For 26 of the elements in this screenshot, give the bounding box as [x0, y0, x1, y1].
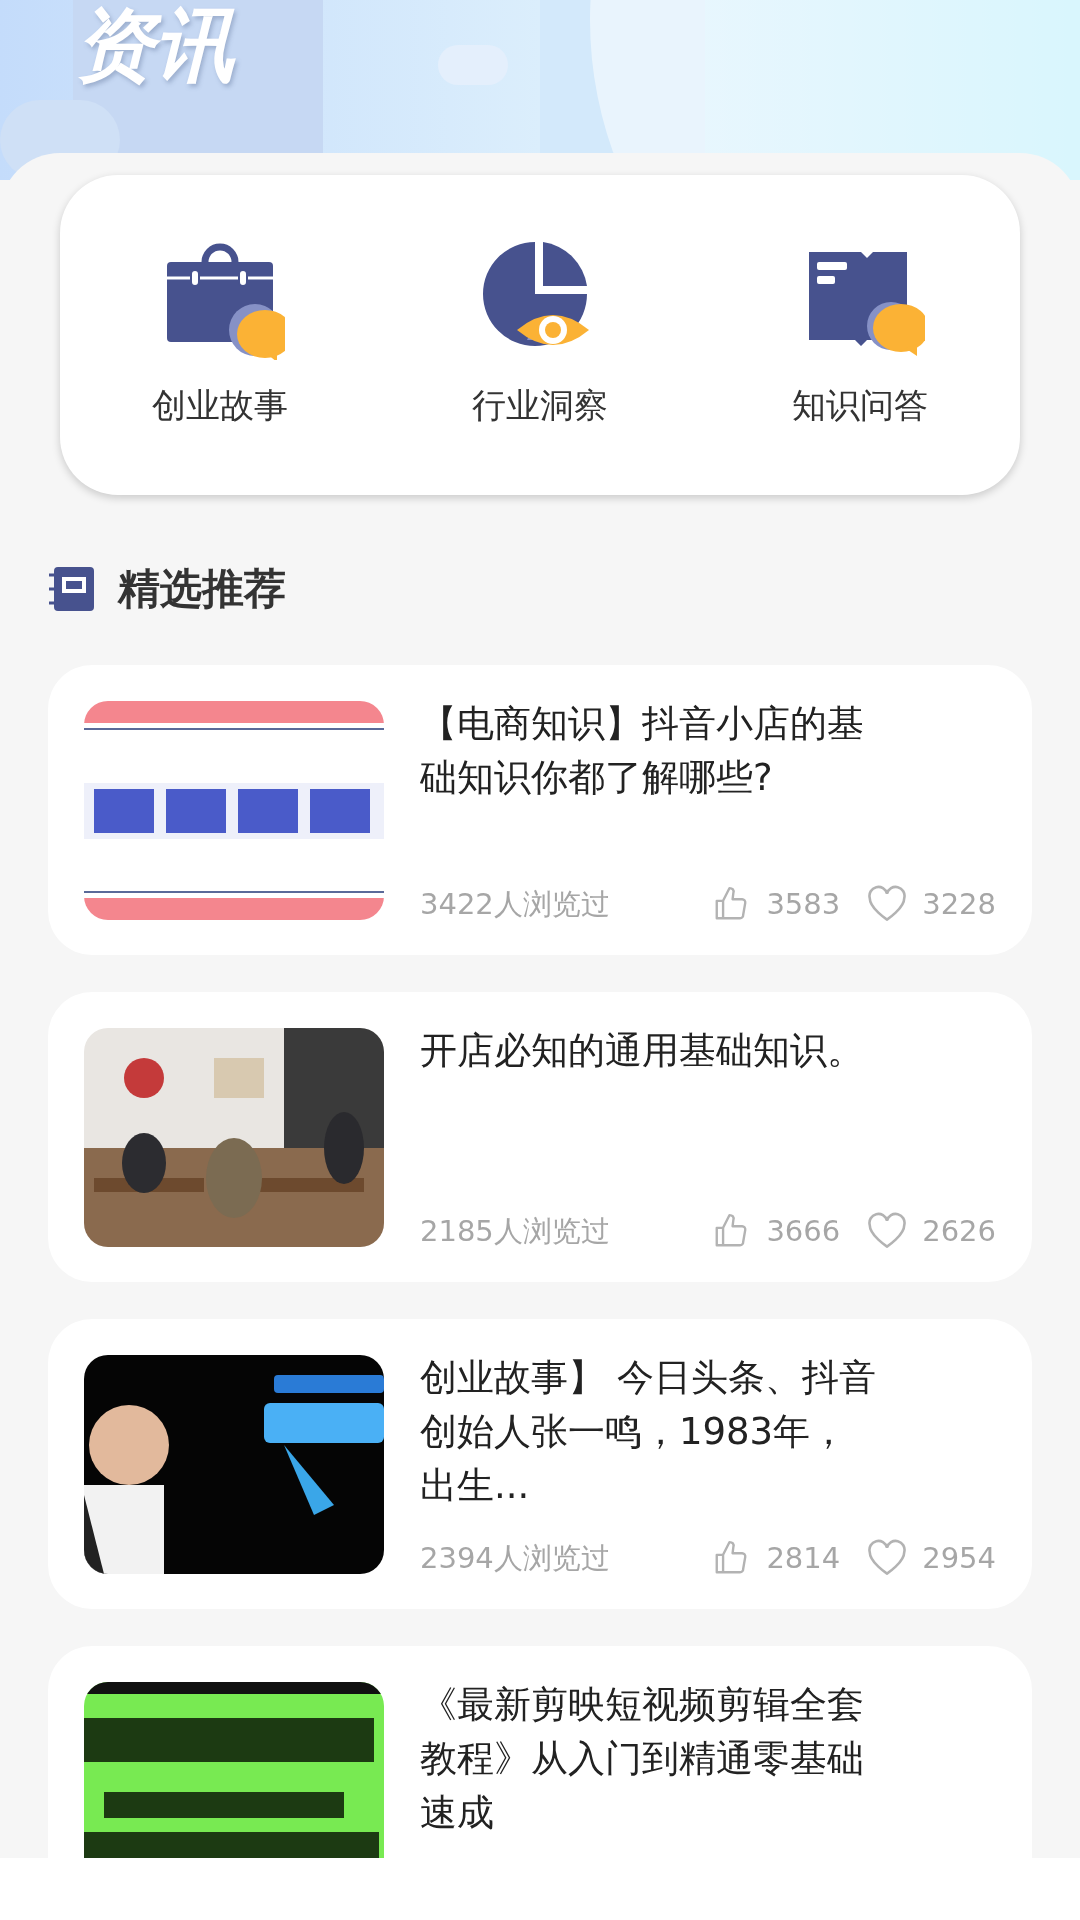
- category-button[interactable]: 知识问答: [792, 239, 928, 431]
- section-title: 精选推荐: [118, 563, 286, 615]
- favorite-count: 3228: [922, 885, 996, 923]
- heart-icon[interactable]: [866, 1212, 909, 1251]
- view-count: 3422人浏览过: [420, 885, 610, 923]
- article-title: 《最新剪映短视频剪辑全套教程》从入门到精通零基础速成: [420, 1682, 865, 1836]
- page-title: 资讯: [74, 2, 234, 90]
- category-button[interactable]: 行业洞察: [472, 239, 608, 431]
- article-card[interactable]: 创业故事】 今日头条、抖音创始人张一鸣，1983年，出生... 2394人浏览过 2814 2954: [48, 1319, 1032, 1609]
- heart-icon[interactable]: [866, 885, 909, 924]
- favorite-count: 2626: [922, 1212, 996, 1250]
- heart-icon[interactable]: [866, 1539, 909, 1578]
- article-title: 创业故事】 今日头条、抖音创始人张一鸣，1983年，出生...: [420, 1355, 877, 1509]
- like-count: 2814: [766, 1539, 841, 1577]
- notebook-icon: [48, 564, 96, 613]
- article-title: 开店必知的通用基础知识。: [420, 1028, 865, 1074]
- article-title: 【电商知识】抖音小店的基础知识你都了解哪些?: [420, 701, 865, 801]
- article-card[interactable]: 开店必知的通用基础知识。 2185人浏览过 3666 2626: [48, 992, 1032, 1282]
- view-count: 2394人浏览过: [420, 1539, 610, 1577]
- like-count: 3666: [766, 1212, 841, 1250]
- article-card[interactable]: 【电商知识】抖音小店的基础知识你都了解哪些? 3422人浏览过 3583 3228: [48, 665, 1032, 955]
- category-button[interactable]: 创业故事: [152, 239, 288, 431]
- favorite-count: 2954: [922, 1539, 996, 1577]
- view-count: 2185人浏览过: [420, 1212, 610, 1250]
- like-count: 3583: [766, 885, 841, 923]
- article-card[interactable]: 《最新剪映短视频剪辑全套教程》从入门到精通零基础速成: [48, 1646, 1032, 1860]
